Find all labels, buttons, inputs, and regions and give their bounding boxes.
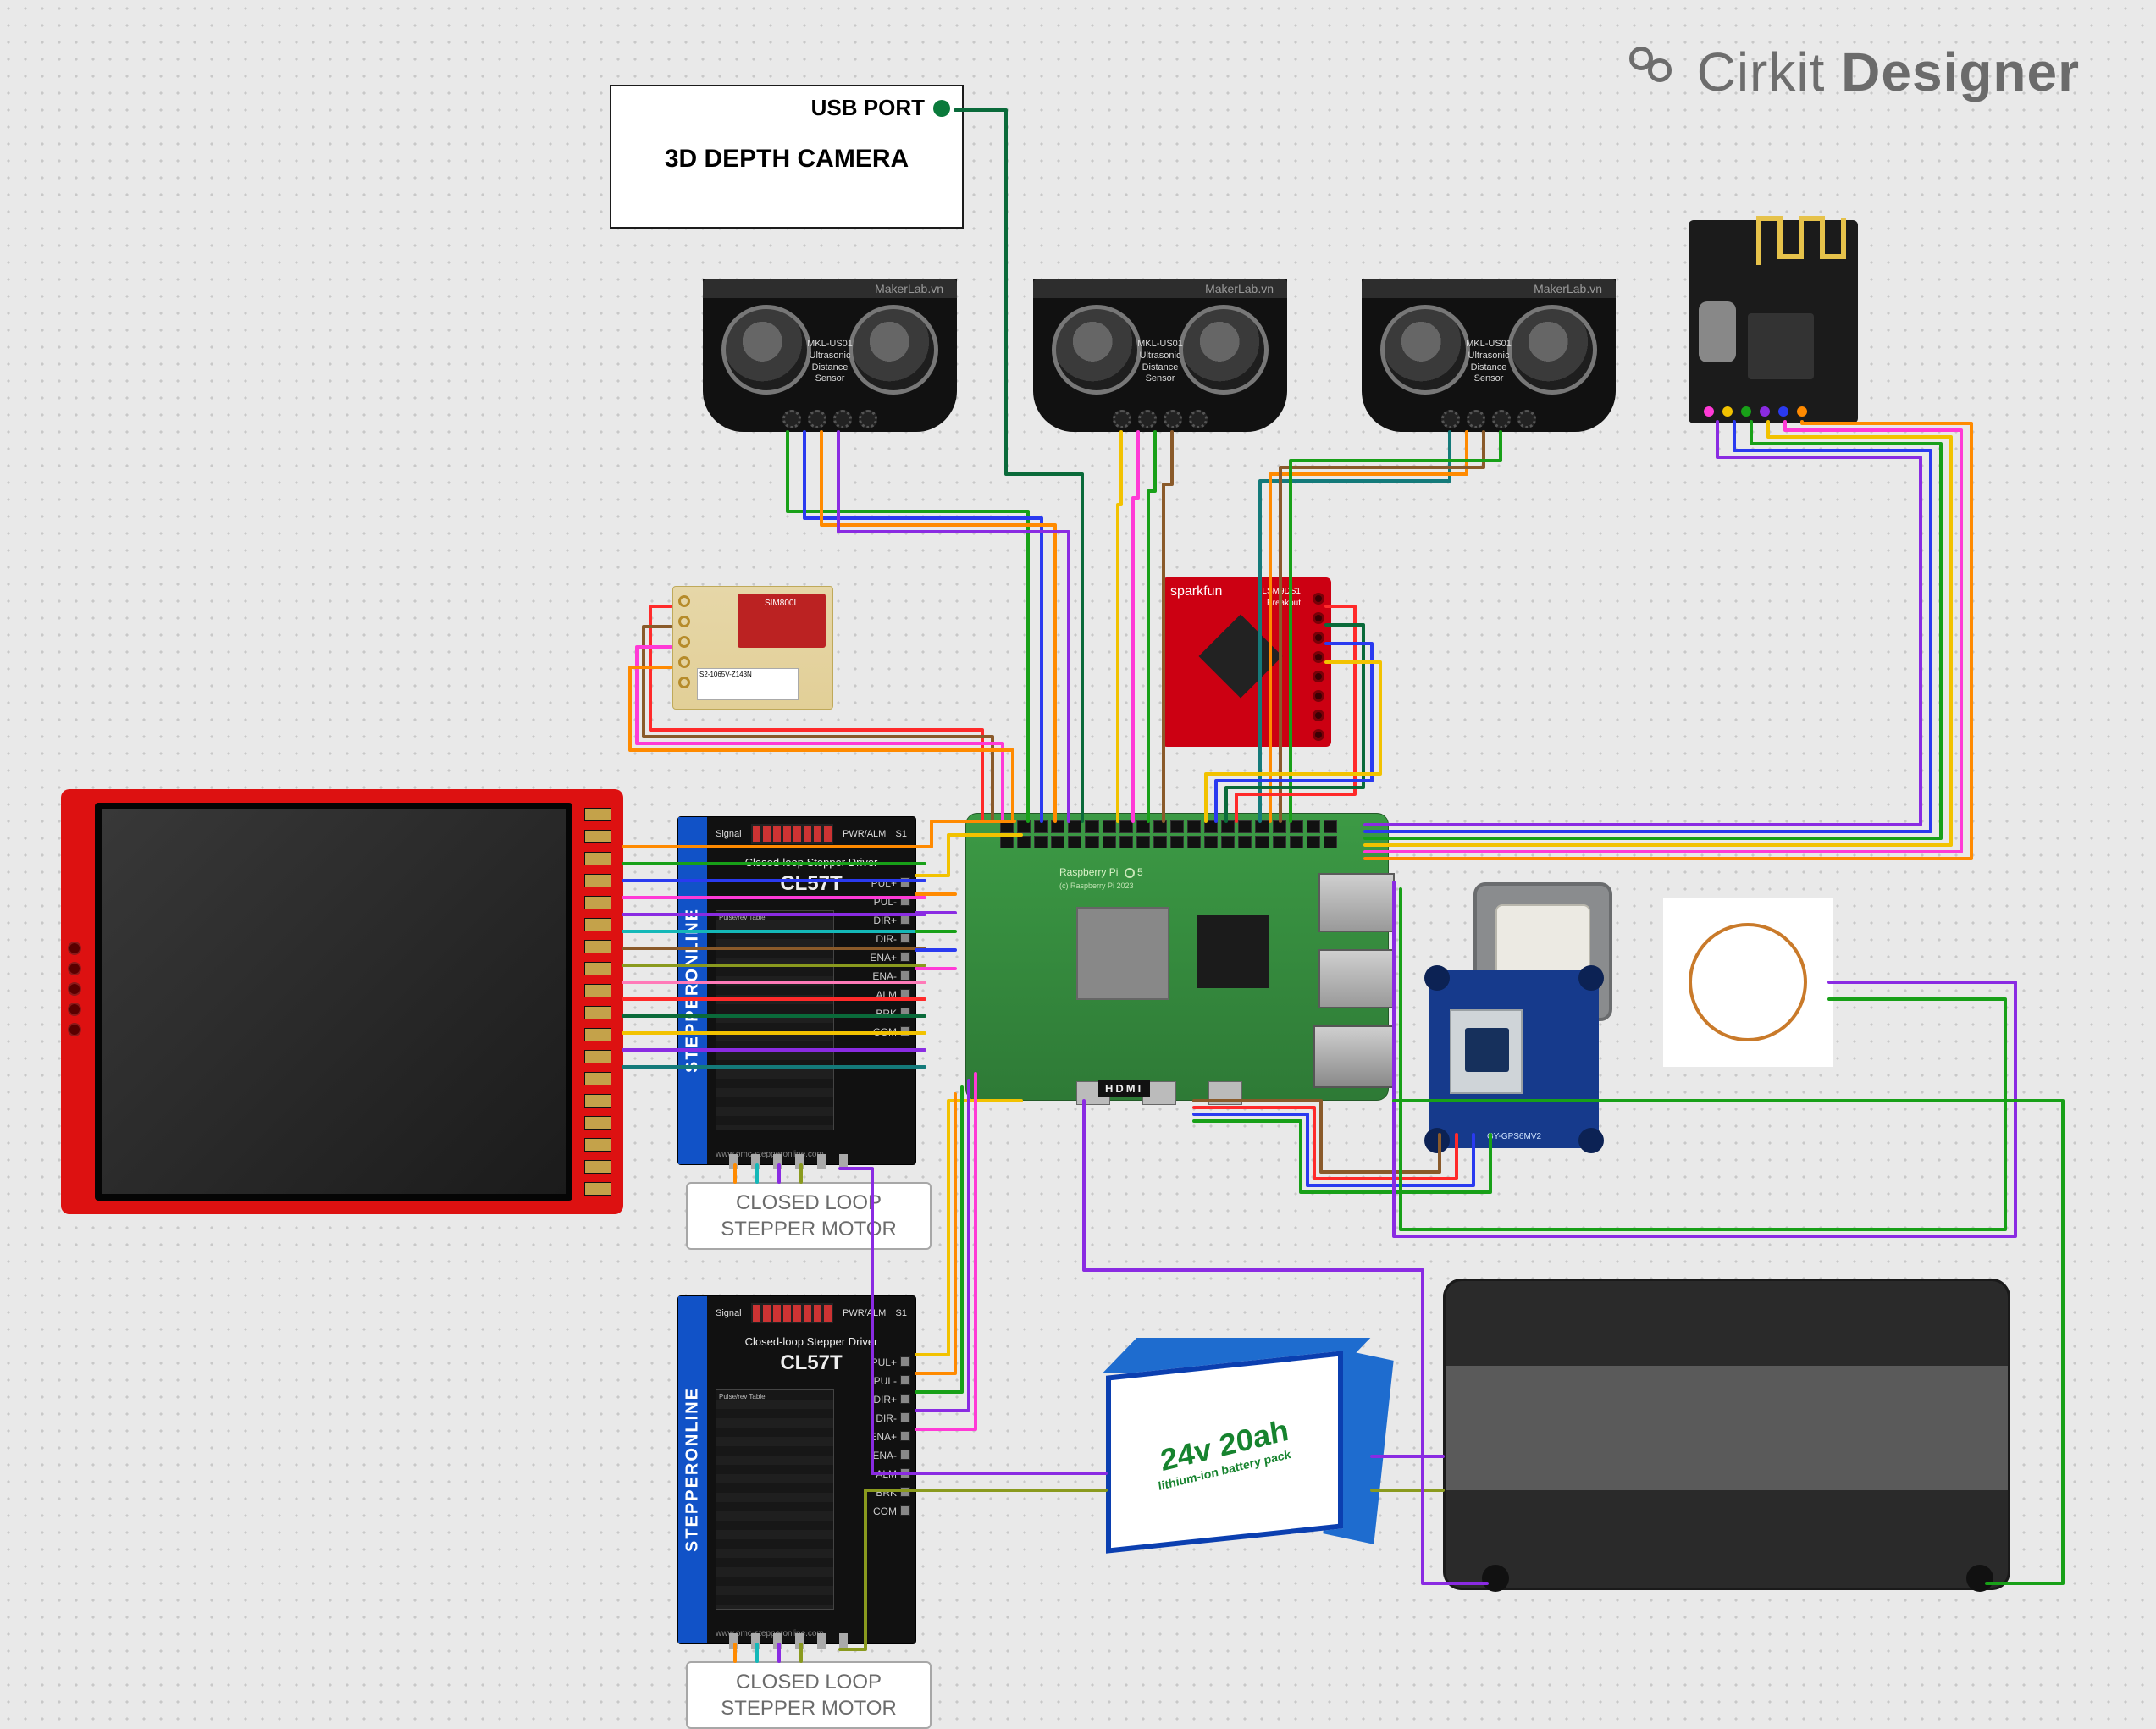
rpi-hdmi-label: HDMI xyxy=(1098,1080,1150,1097)
driver-header: Signal PWR/ALM S1 xyxy=(716,1303,907,1323)
brand-name: Cirkit Designer xyxy=(1697,41,2080,103)
depth-camera-title: 3D DEPTH CAMERA xyxy=(611,121,962,174)
rpi-ethernet-port[interactable] xyxy=(1313,1025,1395,1088)
ultrasonic-pins[interactable] xyxy=(1441,410,1536,428)
rpi-silkscreen: Raspberry Pi 5 (c) Raspberry Pi 2023 xyxy=(1059,866,1143,890)
coil-icon xyxy=(1689,923,1807,1041)
driver-brand: STEPPERONLINE xyxy=(678,1296,707,1643)
depth-camera-usb-row: USB PORT xyxy=(611,86,962,121)
inverter-terminals[interactable] xyxy=(1482,1565,1993,1592)
component-gps-neo6m[interactable]: GY-GPS6MV2 xyxy=(1429,970,1599,1148)
rpi-usbc-power[interactable] xyxy=(1208,1081,1242,1105)
component-ultrasonic-3[interactable]: MakerLab.vn MKL-US01 Ultrasonic Distance… xyxy=(1362,279,1616,432)
maker-label: MakerLab.vn xyxy=(703,279,957,298)
driver-pulse-table: Pulse/rev Table xyxy=(716,1389,834,1610)
component-depth-camera[interactable]: USB PORT 3D DEPTH CAMERA xyxy=(610,85,964,229)
driver-header: Signal PWR/ALM S1 xyxy=(716,824,907,844)
component-tft-lcd[interactable] xyxy=(61,789,623,1214)
depth-camera-usb-label: USB PORT xyxy=(811,95,925,121)
component-inverter[interactable] xyxy=(1443,1279,2010,1590)
dip-switch-icon[interactable] xyxy=(751,824,833,844)
ultrasonic-label: MKL-US01 Ultrasonic Distance Sensor xyxy=(1462,339,1516,385)
driver-signal-pins[interactable]: PUL+PUL- DIR+DIR- ENA+ENA- ALMBRK COM xyxy=(870,875,910,1041)
battery-face: 24v 20ah lithium-ion battery pack xyxy=(1106,1351,1343,1553)
sim-module-label: SIM800L xyxy=(738,594,826,648)
brand-logo-icon xyxy=(1624,41,1685,102)
imu-chip-icon xyxy=(1199,615,1283,699)
driver-power-pins[interactable] xyxy=(729,1633,848,1649)
rpi-gpio-header[interactable] xyxy=(1000,820,1337,849)
sparkfun-pins[interactable] xyxy=(1313,593,1324,741)
maker-label: MakerLab.vn xyxy=(1362,279,1616,298)
component-stepper-driver-2[interactable]: STEPPERONLINE Signal PWR/ALM S1 Closed-l… xyxy=(677,1295,916,1644)
dip-switch-icon[interactable] xyxy=(751,1303,833,1323)
gps-footer: GY-GPS6MV2 xyxy=(1487,1132,1541,1141)
ultrasonic-label: MKL-US01 Ultrasonic Distance Sensor xyxy=(1133,339,1187,385)
driver-power-pins[interactable] xyxy=(729,1154,848,1169)
transducer-icon xyxy=(1507,305,1597,395)
transducer-icon xyxy=(1380,305,1470,395)
component-sim800l[interactable]: SIM800L S2-1065V-Z143N xyxy=(672,586,833,710)
transducer-icon xyxy=(1179,305,1269,395)
ultrasonic-pins[interactable] xyxy=(782,410,877,428)
gps-chip-icon xyxy=(1450,1009,1523,1094)
driver-brand: STEPPERONLINE xyxy=(678,817,707,1164)
component-raspberry-pi-5[interactable]: Raspberry Pi 5 (c) Raspberry Pi 2023 HDM… xyxy=(965,813,1389,1101)
component-battery-24v[interactable]: 24v 20ah lithium-ion battery pack xyxy=(1106,1346,1384,1560)
ultrasonic-label: MKL-US01 Ultrasonic Distance Sensor xyxy=(803,339,857,385)
rpi-usb2-port[interactable] xyxy=(1318,949,1395,1008)
rpi-logo-icon xyxy=(1125,868,1135,878)
brand-header: Cirkit Designer xyxy=(1624,41,2080,103)
rpi-soc-icon xyxy=(1076,907,1169,1000)
transducer-icon xyxy=(1052,305,1142,395)
tft-touch-pins[interactable] xyxy=(68,942,85,1036)
sim-pins[interactable] xyxy=(678,595,690,688)
component-sparkfun-imu[interactable]: sparkfun LSM9DS1 Breakout xyxy=(1162,577,1331,747)
stepper-motor-label-1[interactable]: CLOSED LOOP STEPPER MOTOR xyxy=(686,1182,932,1250)
component-stepper-driver-1[interactable]: STEPPERONLINE Signal PWR/ALM S1 Closed-l… xyxy=(677,816,916,1165)
antenna-icon xyxy=(1755,210,1848,269)
rpi-ram-icon xyxy=(1197,915,1269,988)
component-speaker-coil[interactable] xyxy=(1663,898,1833,1067)
component-ultrasonic-2[interactable]: MakerLab.vn MKL-US01 Ultrasonic Distance… xyxy=(1033,279,1287,432)
ultrasonic-pins[interactable] xyxy=(1113,410,1208,428)
brand-suffix: Designer xyxy=(1841,41,2080,102)
stepper-motor-label-2[interactable]: CLOSED LOOP STEPPER MOTOR xyxy=(686,1661,932,1729)
rpi-usb3-port[interactable] xyxy=(1318,873,1395,932)
maker-label: MakerLab.vn xyxy=(1033,279,1287,298)
sparkfun-chip-label: LSM9DS1 Breakout xyxy=(1262,586,1301,609)
brand-prefix: Cirkit xyxy=(1697,41,1826,102)
transducer-icon xyxy=(721,305,811,395)
nrf-pins[interactable] xyxy=(1704,406,1807,417)
rf-chip-icon xyxy=(1748,313,1814,379)
component-ultrasonic-1[interactable]: MakerLab.vn MKL-US01 Ultrasonic Distance… xyxy=(703,279,957,432)
usb-port-icon[interactable] xyxy=(933,100,950,117)
sim-sticker: S2-1065V-Z143N xyxy=(697,668,799,700)
lcd-screen xyxy=(95,803,572,1201)
driver-pulse-table: Pulse/rev Table xyxy=(716,910,834,1130)
driver-signal-pins[interactable]: PUL+PUL- DIR+DIR- ENA+ENA- ALMBRK COM xyxy=(870,1354,910,1520)
sparkfun-brand: sparkfun xyxy=(1162,577,1331,599)
tft-header-pins[interactable] xyxy=(584,808,618,1196)
crystal-icon xyxy=(1699,301,1736,362)
transducer-icon xyxy=(849,305,938,395)
component-nrf24l01[interactable] xyxy=(1689,220,1858,423)
